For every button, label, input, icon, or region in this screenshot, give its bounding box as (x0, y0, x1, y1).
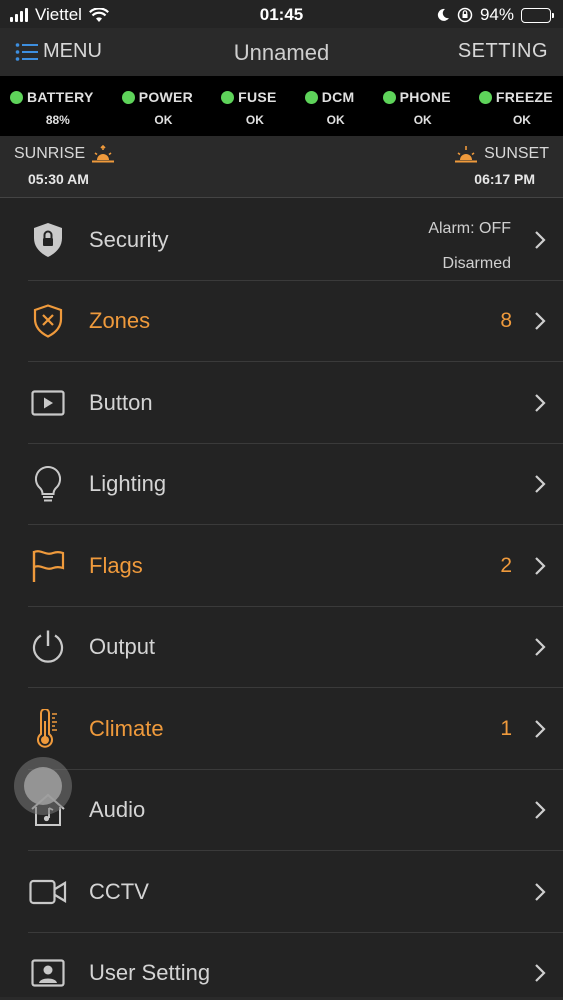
status-dot-icon (304, 90, 318, 104)
indicator-phone: PHONE OK (382, 76, 451, 136)
sun-times: SUNRISE 05:30 AM SUNSET 06:17 PM (0, 136, 563, 198)
menu-item-security[interactable]: Security Alarm: OFF Disarmed (0, 199, 563, 281)
chevron-right-icon (535, 230, 546, 249)
status-indicators: BATTERY 88% POWER OK FUSE OK DCM OK PHONE OK … (0, 76, 563, 136)
menu-item-label: Security (89, 226, 169, 252)
orientation-lock-icon (457, 7, 473, 23)
chevron-right-icon (535, 475, 546, 494)
status-dot-icon (121, 90, 135, 104)
menu-item-label: CCTV (89, 878, 149, 904)
camera-icon (28, 872, 68, 912)
sunrise-icon (92, 145, 115, 163)
play-button-icon (28, 383, 68, 423)
security-status: Alarm: OFF Disarmed (428, 211, 511, 281)
light-bulb-icon (28, 464, 68, 504)
power-icon (28, 627, 68, 667)
status-bar: Viettel 01:45 94% (0, 0, 563, 28)
menu-item-climate[interactable]: Climate 1 (0, 688, 563, 770)
chevron-right-icon (535, 964, 546, 983)
menu-item-label: Button (89, 389, 153, 415)
sunset-icon (455, 146, 478, 163)
menu-item-label: Audio (89, 797, 146, 823)
lock-shield-icon (28, 220, 68, 260)
menu-item-label: Flags (89, 552, 143, 578)
arm-status: Disarmed (442, 255, 511, 272)
sunrise-time: 05:30 AM (28, 171, 89, 187)
indicator-power: POWER OK (121, 76, 193, 136)
status-dot-icon (382, 90, 396, 104)
status-dot-icon (478, 90, 492, 104)
menu-item-label: User Setting (89, 960, 211, 986)
menu-item-user-setting[interactable]: User Setting (0, 933, 563, 1000)
sunset-time: 06:17 PM (474, 171, 535, 187)
chevron-right-icon (535, 882, 546, 901)
chevron-right-icon (535, 312, 546, 331)
battery-percent: 94% (479, 5, 514, 24)
navbar: MENU Unnamed SETTING (0, 28, 563, 76)
menu-list: Security Alarm: OFF Disarmed Zones 8 But… (0, 199, 563, 1000)
chevron-right-icon (535, 638, 546, 657)
setting-button[interactable]: SETTING (458, 40, 548, 63)
zone-shield-icon (28, 301, 68, 341)
menu-item-cctv[interactable]: CCTV (0, 851, 563, 933)
count-badge: 1 (500, 716, 512, 740)
menu-item-button[interactable]: Button (0, 362, 563, 444)
menu-item-label: Zones (89, 308, 151, 334)
count-badge: 8 (500, 309, 512, 333)
chevron-right-icon (535, 556, 546, 575)
menu-item-label: Climate (89, 715, 164, 741)
menu-item-label: Output (89, 634, 156, 660)
sunset-block: SUNSET 06:17 PM (454, 145, 549, 187)
status-dot-icon (221, 90, 235, 104)
menu-item-output[interactable]: Output (0, 607, 563, 689)
alarm-status: Alarm: OFF (428, 220, 511, 237)
indicator-fuse: FUSE OK (221, 76, 277, 136)
chevron-right-icon (535, 719, 546, 738)
thermometer-icon (28, 708, 68, 749)
sunset-label: SUNSET (484, 145, 549, 162)
indicator-battery: BATTERY 88% (10, 76, 94, 136)
indicator-freeze: FREEZE OK (478, 76, 553, 136)
moon-icon (437, 8, 449, 21)
status-dot-icon (10, 90, 23, 104)
indicator-dcm: DCM OK (304, 76, 355, 136)
chevron-right-icon (535, 393, 546, 412)
sunrise-block: SUNRISE 05:30 AM (14, 145, 115, 187)
menu-item-flags[interactable]: Flags 2 (0, 525, 563, 607)
menu-item-label: Lighting (89, 471, 167, 497)
assistive-touch-button[interactable] (14, 757, 72, 815)
menu-item-audio[interactable]: Audio (0, 770, 563, 852)
menu-item-lighting[interactable]: Lighting (0, 444, 563, 526)
sunrise-label: SUNRISE (14, 145, 86, 162)
count-badge: 2 (500, 553, 512, 577)
flag-icon (28, 546, 68, 586)
chevron-right-icon (535, 801, 546, 820)
menu-item-zones[interactable]: Zones 8 (0, 281, 563, 363)
user-card-icon (28, 953, 68, 993)
battery-icon (521, 7, 554, 23)
